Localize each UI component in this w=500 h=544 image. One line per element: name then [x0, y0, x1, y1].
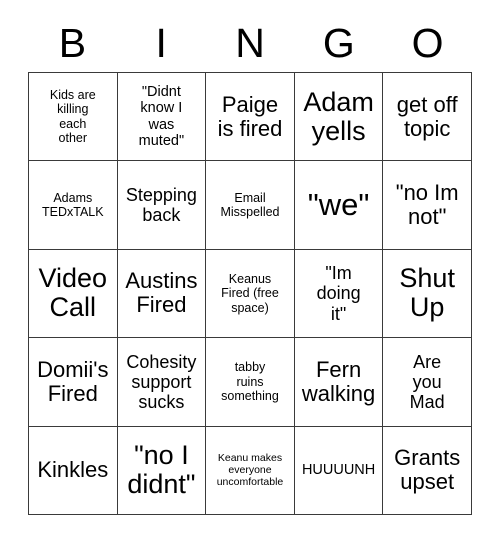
bingo-cell[interactable]: Stepping back [117, 161, 207, 250]
bingo-cell-label: HUUUUNH [301, 462, 376, 478]
bingo-cell[interactable]: Adams TEDxTALK [29, 161, 118, 250]
bingo-cell[interactable]: "no I didnt" [117, 426, 207, 515]
bingo-cell[interactable]: Shut Up [383, 249, 472, 339]
header-letter-n: N [235, 19, 265, 66]
bingo-cell-label: Adam yells [303, 86, 374, 146]
bingo-cell[interactable]: Fern walking [294, 338, 384, 427]
bingo-cell-label: "Im doing it" [316, 263, 361, 324]
header-letter-g: G [322, 19, 355, 66]
bingo-cell-label: Austins Fired [125, 268, 198, 318]
bingo-cell-label: Domii's Fired [37, 356, 109, 406]
bingo-cell-label: Cohesity support sucks [126, 351, 197, 412]
bingo-cell-label: Are you Mad [409, 351, 445, 412]
bingo-cell-label: Video Call [38, 263, 108, 323]
bingo-cell[interactable]: Cohesity support sucks [117, 338, 207, 427]
bingo-cell-label: tabby ruins something [221, 360, 279, 404]
bingo-cell[interactable]: Paige is fired [206, 73, 295, 162]
bingo-cell-label: "Didnt know I was muted" [138, 83, 185, 150]
bingo-cell[interactable]: "Im doing it" [294, 249, 384, 339]
bingo-cell-label: get off topic [396, 91, 458, 141]
bingo-cell[interactable]: Email Misspelled [206, 161, 295, 250]
bingo-card: B I N G O Kids are killing each other "D… [28, 14, 472, 515]
bingo-cell-label: "we" [307, 186, 370, 222]
bingo-cell-label: Email Misspelled [220, 190, 280, 220]
bingo-cell-label: Keanus Fired (free space) [221, 271, 279, 315]
bingo-cell-label: Keanu makes everyone uncomfortable [216, 451, 284, 489]
bingo-cell[interactable]: Keanu makes everyone uncomfortable [206, 426, 295, 515]
bingo-cell-label: "no I didnt" [127, 440, 196, 500]
bingo-cell[interactable]: "we" [294, 161, 384, 250]
bingo-cell[interactable]: HUUUUNH [294, 426, 384, 515]
bingo-cell[interactable]: "Didnt know I was muted" [117, 73, 207, 162]
bingo-cell[interactable]: Adam yells [294, 73, 384, 162]
bingo-cell[interactable]: Are you Mad [383, 338, 472, 427]
bingo-cell-label: Shut Up [399, 263, 455, 323]
bingo-cell[interactable]: tabby ruins something [206, 338, 295, 427]
bingo-cell[interactable]: Kids are killing each other [29, 73, 118, 162]
bingo-cell-label: "no Im not" [395, 179, 459, 230]
bingo-cell-label: Grants upset [394, 445, 461, 495]
bingo-cell-label: Paige is fired [217, 91, 283, 141]
bingo-cell[interactable]: "no Im not" [383, 161, 472, 250]
bingo-cell[interactable]: Austins Fired [117, 249, 207, 339]
bingo-header: B I N G O [28, 14, 472, 72]
bingo-cell-label: Adams TEDxTALK [42, 190, 104, 220]
bingo-cell-label: Kids are killing each other [49, 87, 96, 146]
bingo-cell[interactable]: get off topic [383, 73, 472, 162]
bingo-cell[interactable]: Domii's Fired [29, 338, 118, 427]
header-letter-i: I [155, 19, 167, 66]
header-letter-o: O [411, 19, 444, 66]
bingo-cell-label: Fern walking [301, 356, 376, 406]
bingo-cell-label: Kinkles [37, 457, 109, 483]
bingo-cell[interactable]: Grants upset [383, 426, 472, 515]
bingo-cell[interactable]: Video Call [29, 249, 118, 339]
bingo-cell-free-space[interactable]: Keanus Fired (free space) [206, 249, 295, 339]
bingo-cell-label: Stepping back [125, 184, 197, 226]
bingo-cell[interactable]: Kinkles [29, 426, 118, 515]
header-letter-b: B [58, 19, 87, 66]
bingo-grid: Kids are killing each other "Didnt know … [28, 72, 472, 515]
